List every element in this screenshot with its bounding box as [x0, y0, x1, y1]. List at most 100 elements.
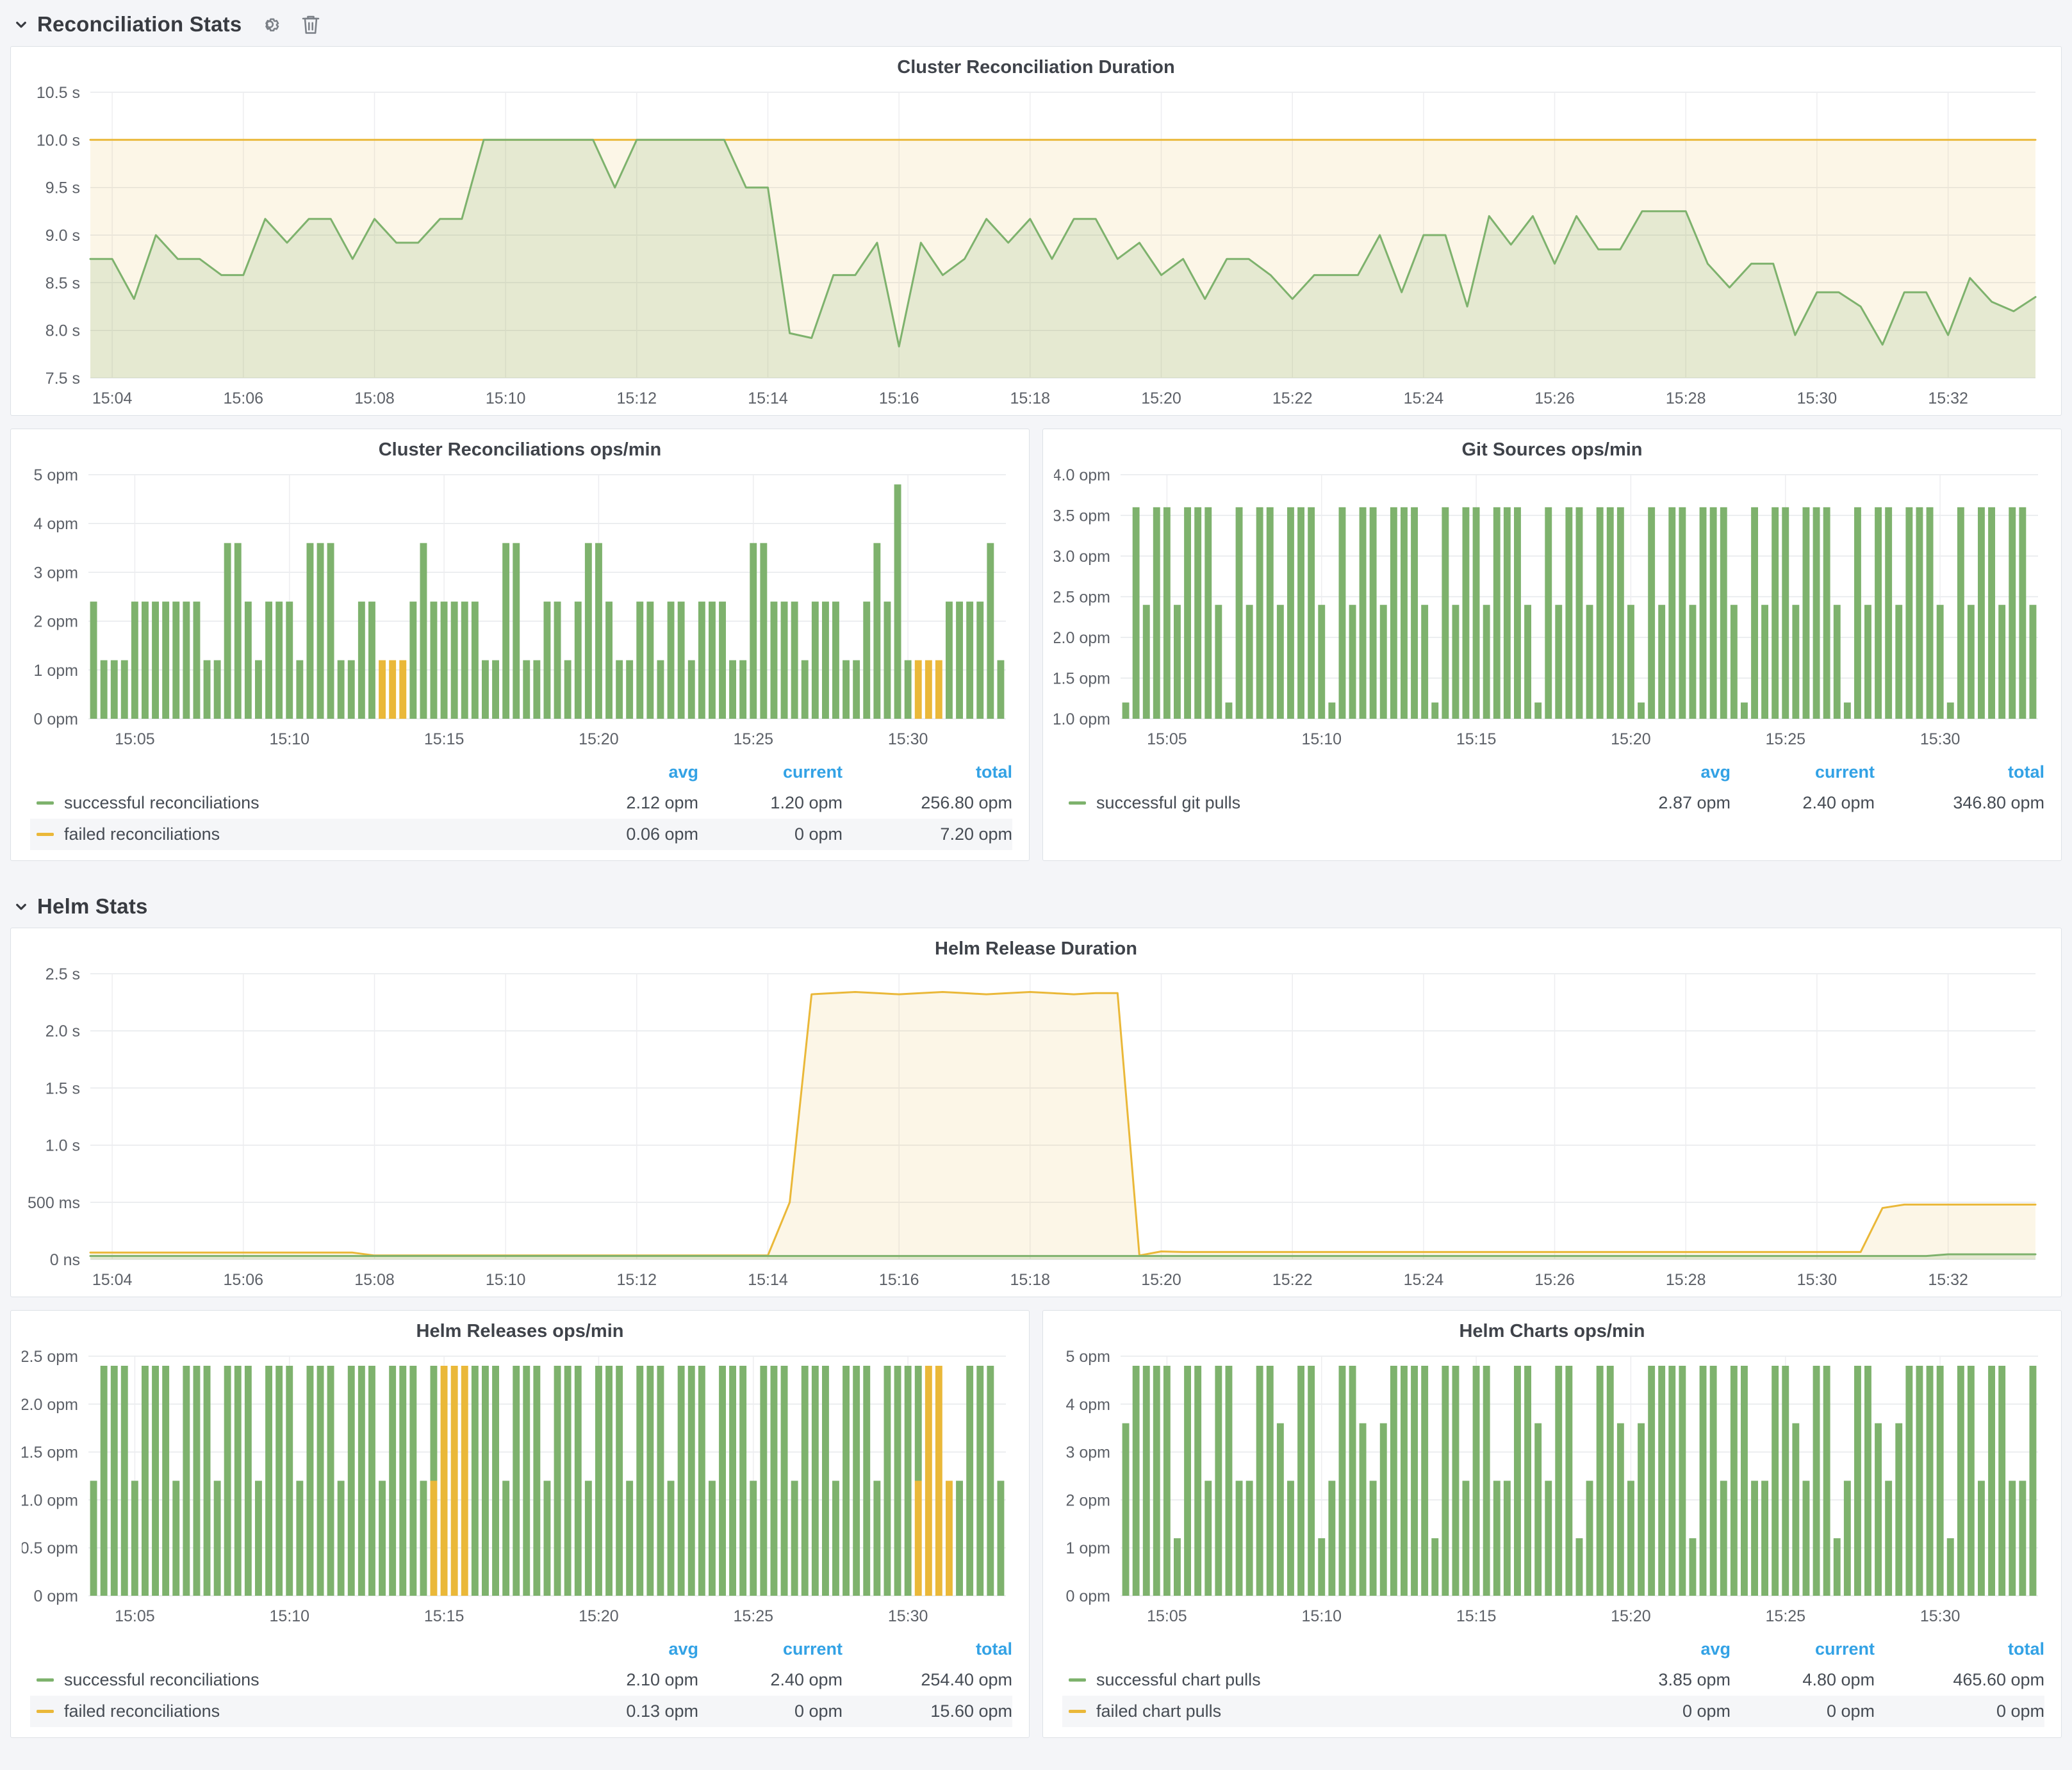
svg-text:15:20: 15:20 [579, 1607, 619, 1625]
series-label[interactable]: failed chart pulls [1096, 1701, 1586, 1721]
svg-text:1.5 opm: 1.5 opm [1054, 670, 1110, 688]
series-label[interactable]: failed reconciliations [64, 824, 554, 844]
svg-text:15:04: 15:04 [92, 389, 133, 407]
svg-text:15:12: 15:12 [617, 1271, 657, 1289]
series-avg: 0.06 opm [554, 824, 698, 844]
svg-text:15:10: 15:10 [1301, 1607, 1342, 1625]
section-title[interactable]: Helm Stats [37, 894, 148, 919]
svg-text:15:18: 15:18 [1010, 389, 1051, 407]
svg-text:15:12: 15:12 [617, 389, 657, 407]
series-avg: 0.13 opm [554, 1701, 698, 1721]
panel-title[interactable]: Cluster Reconciliations ops/min [11, 429, 1029, 464]
series-label[interactable]: successful reconciliations [64, 793, 554, 813]
legend-col-total[interactable]: total [1875, 1639, 2044, 1659]
legend-header: avg current total [30, 761, 1012, 787]
series-total: 256.80 opm [843, 793, 1012, 813]
svg-text:15:30: 15:30 [1797, 1271, 1838, 1289]
row-settings-button[interactable] [257, 12, 283, 37]
svg-text:2.0 s: 2.0 s [45, 1022, 80, 1040]
legend-col-avg[interactable]: avg [554, 762, 698, 782]
series-label[interactable]: failed reconciliations [64, 1701, 554, 1721]
legend-col-current[interactable]: current [1731, 1639, 1875, 1659]
legend-col-current[interactable]: current [1731, 762, 1875, 782]
svg-text:10.5 s: 10.5 s [37, 84, 80, 102]
cluster-reconciliations-opm-chart[interactable]: 0 opm1 opm2 opm3 opm4 opm5 opm15:0515:10… [22, 464, 1019, 756]
panel-helm-charts-opm: Helm Charts ops/min 0 opm1 opm2 opm3 opm… [1042, 1310, 2062, 1738]
series-avg: 3.85 opm [1586, 1670, 1731, 1690]
legend-col-total[interactable]: total [1875, 762, 2044, 782]
git-sources-opm-chart[interactable]: 1.0 opm1.5 opm2.0 opm2.5 opm3.0 opm3.5 o… [1054, 464, 2051, 756]
svg-text:15:22: 15:22 [1272, 389, 1313, 407]
series-total: 15.60 opm [843, 1701, 1012, 1721]
legend-row-successful: successful reconciliations 2.12 opm 1.20… [30, 787, 1012, 819]
cluster-reconciliation-duration-chart[interactable]: 7.5 s8.0 s8.5 s9.0 s9.5 s10.0 s10.5 s15:… [24, 82, 2048, 415]
legend-col-total[interactable]: total [843, 1639, 1012, 1659]
series-dash-icon [37, 833, 54, 836]
svg-text:4 opm: 4 opm [1065, 1396, 1110, 1414]
series-current: 0 opm [698, 1701, 843, 1721]
series-dash-icon [1069, 801, 1086, 805]
series-avg: 2.10 opm [554, 1670, 698, 1690]
svg-text:15:14: 15:14 [748, 1271, 788, 1289]
panel-row: Cluster Reconciliations ops/min 0 opm1 o… [10, 429, 2062, 874]
series-label[interactable]: successful chart pulls [1096, 1670, 1586, 1690]
legend-col-current[interactable]: current [698, 1639, 843, 1659]
gear-icon [258, 13, 281, 36]
svg-text:15:20: 15:20 [1141, 1271, 1181, 1289]
legend-row-successful: successful chart pulls 3.85 opm 4.80 opm… [1062, 1664, 2044, 1696]
series-total: 254.40 opm [843, 1670, 1012, 1690]
legend: avg current total successful git pulls 2… [1043, 756, 2061, 829]
series-label[interactable]: successful reconciliations [64, 1670, 554, 1690]
legend-col-avg[interactable]: avg [1586, 1639, 1731, 1659]
row-delete-button[interactable] [298, 12, 324, 37]
svg-text:15:26: 15:26 [1534, 389, 1575, 407]
svg-text:15:24: 15:24 [1404, 1271, 1444, 1289]
svg-text:15:26: 15:26 [1534, 1271, 1575, 1289]
svg-text:15:08: 15:08 [354, 389, 395, 407]
panel-title[interactable]: Cluster Reconciliation Duration [11, 47, 2061, 82]
helm-charts-opm-chart[interactable]: 0 opm1 opm2 opm3 opm4 opm5 opm15:0515:10… [1054, 1346, 2051, 1633]
panel-title[interactable]: Helm Release Duration [11, 928, 2061, 963]
svg-text:15:16: 15:16 [879, 1271, 919, 1289]
chevron-down-icon [12, 15, 31, 34]
panel-title[interactable]: Helm Releases ops/min [11, 1311, 1029, 1346]
svg-text:4.0 opm: 4.0 opm [1054, 466, 1110, 484]
svg-text:2.5 opm: 2.5 opm [1054, 589, 1110, 607]
svg-text:0.5 opm: 0.5 opm [22, 1539, 78, 1557]
series-dash-icon [37, 801, 54, 805]
svg-text:3.5 opm: 3.5 opm [1054, 507, 1110, 525]
svg-text:15:06: 15:06 [224, 1271, 264, 1289]
svg-text:0 opm: 0 opm [33, 710, 78, 728]
row-header-helm-stats[interactable]: Helm Stats [10, 887, 2062, 928]
svg-text:15:30: 15:30 [887, 730, 928, 748]
panel-title[interactable]: Git Sources ops/min [1043, 429, 2061, 464]
section-title[interactable]: Reconciliation Stats [37, 12, 242, 37]
svg-text:15:15: 15:15 [423, 730, 464, 748]
legend: avg current total successful reconciliat… [11, 756, 1029, 860]
svg-text:15:28: 15:28 [1666, 389, 1706, 407]
trash-icon [299, 13, 322, 36]
legend-row-failed: failed reconciliations 0.06 opm 0 opm 7.… [30, 819, 1012, 850]
row-header-reconciliation-stats[interactable]: Reconciliation Stats [10, 4, 2062, 46]
series-avg: 2.12 opm [554, 793, 698, 813]
panel-cluster-reconciliation-duration: Cluster Reconciliation Duration 7.5 s8.0… [10, 46, 2062, 416]
svg-text:8.5 s: 8.5 s [45, 274, 80, 292]
svg-text:15:18: 15:18 [1010, 1271, 1051, 1289]
svg-text:15:32: 15:32 [1928, 389, 1968, 407]
svg-text:15:20: 15:20 [1611, 1607, 1651, 1625]
legend-col-avg[interactable]: avg [554, 1639, 698, 1659]
helm-releases-opm-chart[interactable]: 0 opm0.5 opm1.0 opm1.5 opm2.0 opm2.5 opm… [22, 1346, 1019, 1633]
svg-text:5 opm: 5 opm [1065, 1348, 1110, 1366]
chevron-down-icon [12, 897, 31, 916]
series-label[interactable]: successful git pulls [1096, 793, 1586, 813]
panel-row: Helm Releases ops/min 0 opm0.5 opm1.0 op… [10, 1310, 2062, 1751]
svg-text:5 opm: 5 opm [33, 466, 78, 484]
legend-col-current[interactable]: current [698, 762, 843, 782]
svg-text:15:30: 15:30 [1920, 730, 1960, 748]
legend-col-total[interactable]: total [843, 762, 1012, 782]
series-total: 346.80 opm [1875, 793, 2044, 813]
svg-text:3.0 opm: 3.0 opm [1054, 548, 1110, 566]
legend-col-avg[interactable]: avg [1586, 762, 1731, 782]
helm-release-duration-chart[interactable]: 0 ns500 ms1.0 s1.5 s2.0 s2.5 s15:0415:06… [24, 963, 2048, 1297]
panel-title[interactable]: Helm Charts ops/min [1043, 1311, 2061, 1346]
